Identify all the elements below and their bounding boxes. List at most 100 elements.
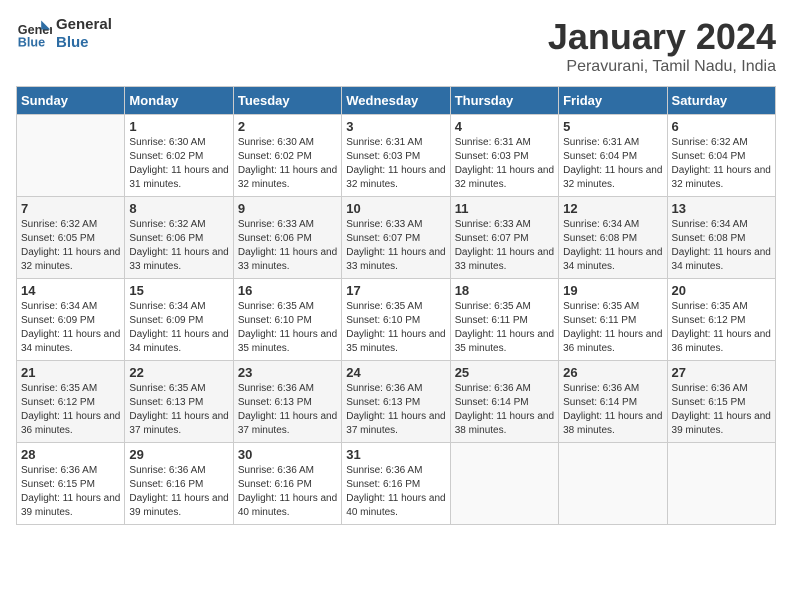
calendar-cell: 25 Sunrise: 6:36 AMSunset: 6:14 PMDaylig…	[450, 361, 558, 443]
day-number: 27	[672, 365, 771, 380]
day-number: 29	[129, 447, 228, 462]
calendar-cell: 23 Sunrise: 6:36 AMSunset: 6:13 PMDaylig…	[233, 361, 341, 443]
day-number: 9	[238, 201, 337, 216]
day-number: 16	[238, 283, 337, 298]
calendar-cell: 7 Sunrise: 6:32 AMSunset: 6:05 PMDayligh…	[17, 197, 125, 279]
header: General Blue General Blue January 2024 P…	[16, 16, 776, 76]
calendar-cell: 2 Sunrise: 6:30 AMSunset: 6:02 PMDayligh…	[233, 115, 341, 197]
calendar-cell: 16 Sunrise: 6:35 AMSunset: 6:10 PMDaylig…	[233, 279, 341, 361]
main-title: January 2024	[548, 16, 776, 58]
day-detail: Sunrise: 6:31 AMSunset: 6:03 PMDaylight:…	[346, 136, 445, 192]
day-detail: Sunrise: 6:36 AMSunset: 6:16 PMDaylight:…	[346, 464, 445, 520]
day-number: 1	[129, 119, 228, 134]
calendar-cell: 3 Sunrise: 6:31 AMSunset: 6:03 PMDayligh…	[342, 115, 450, 197]
calendar-cell: 15 Sunrise: 6:34 AMSunset: 6:09 PMDaylig…	[125, 279, 233, 361]
day-detail: Sunrise: 6:35 AMSunset: 6:10 PMDaylight:…	[238, 300, 337, 356]
day-detail: Sunrise: 6:34 AMSunset: 6:08 PMDaylight:…	[563, 218, 662, 274]
logo-icon: General Blue	[16, 16, 52, 52]
calendar-cell: 26 Sunrise: 6:36 AMSunset: 6:14 PMDaylig…	[559, 361, 667, 443]
svg-text:Blue: Blue	[18, 36, 45, 50]
calendar-cell	[17, 115, 125, 197]
day-detail: Sunrise: 6:36 AMSunset: 6:15 PMDaylight:…	[672, 382, 771, 438]
calendar-cell: 11 Sunrise: 6:33 AMSunset: 6:07 PMDaylig…	[450, 197, 558, 279]
day-number: 11	[455, 201, 554, 216]
calendar-cell: 18 Sunrise: 6:35 AMSunset: 6:11 PMDaylig…	[450, 279, 558, 361]
day-number: 5	[563, 119, 662, 134]
calendar-cell: 14 Sunrise: 6:34 AMSunset: 6:09 PMDaylig…	[17, 279, 125, 361]
header-day-thursday: Thursday	[450, 87, 558, 115]
day-detail: Sunrise: 6:33 AMSunset: 6:07 PMDaylight:…	[346, 218, 445, 274]
day-number: 8	[129, 201, 228, 216]
day-number: 19	[563, 283, 662, 298]
day-detail: Sunrise: 6:32 AMSunset: 6:04 PMDaylight:…	[672, 136, 771, 192]
header-row: SundayMondayTuesdayWednesdayThursdayFrid…	[17, 87, 776, 115]
day-number: 3	[346, 119, 445, 134]
header-day-friday: Friday	[559, 87, 667, 115]
calendar-cell: 8 Sunrise: 6:32 AMSunset: 6:06 PMDayligh…	[125, 197, 233, 279]
day-detail: Sunrise: 6:32 AMSunset: 6:06 PMDaylight:…	[129, 218, 228, 274]
calendar-cell: 28 Sunrise: 6:36 AMSunset: 6:15 PMDaylig…	[17, 443, 125, 525]
day-detail: Sunrise: 6:35 AMSunset: 6:12 PMDaylight:…	[672, 300, 771, 356]
day-number: 31	[346, 447, 445, 462]
day-number: 18	[455, 283, 554, 298]
calendar-cell: 4 Sunrise: 6:31 AMSunset: 6:03 PMDayligh…	[450, 115, 558, 197]
calendar-cell: 20 Sunrise: 6:35 AMSunset: 6:12 PMDaylig…	[667, 279, 775, 361]
day-detail: Sunrise: 6:35 AMSunset: 6:11 PMDaylight:…	[563, 300, 662, 356]
day-number: 17	[346, 283, 445, 298]
day-number: 30	[238, 447, 337, 462]
day-number: 26	[563, 365, 662, 380]
week-row-3: 14 Sunrise: 6:34 AMSunset: 6:09 PMDaylig…	[17, 279, 776, 361]
week-row-1: 1 Sunrise: 6:30 AMSunset: 6:02 PMDayligh…	[17, 115, 776, 197]
calendar-cell: 29 Sunrise: 6:36 AMSunset: 6:16 PMDaylig…	[125, 443, 233, 525]
day-detail: Sunrise: 6:34 AMSunset: 6:09 PMDaylight:…	[129, 300, 228, 356]
calendar-cell: 17 Sunrise: 6:35 AMSunset: 6:10 PMDaylig…	[342, 279, 450, 361]
calendar-cell: 13 Sunrise: 6:34 AMSunset: 6:08 PMDaylig…	[667, 197, 775, 279]
day-detail: Sunrise: 6:35 AMSunset: 6:11 PMDaylight:…	[455, 300, 554, 356]
day-detail: Sunrise: 6:33 AMSunset: 6:07 PMDaylight:…	[455, 218, 554, 274]
calendar-cell: 5 Sunrise: 6:31 AMSunset: 6:04 PMDayligh…	[559, 115, 667, 197]
day-number: 15	[129, 283, 228, 298]
calendar-cell: 10 Sunrise: 6:33 AMSunset: 6:07 PMDaylig…	[342, 197, 450, 279]
day-number: 23	[238, 365, 337, 380]
day-detail: Sunrise: 6:35 AMSunset: 6:10 PMDaylight:…	[346, 300, 445, 356]
day-number: 6	[672, 119, 771, 134]
day-detail: Sunrise: 6:35 AMSunset: 6:13 PMDaylight:…	[129, 382, 228, 438]
day-detail: Sunrise: 6:34 AMSunset: 6:08 PMDaylight:…	[672, 218, 771, 274]
day-number: 20	[672, 283, 771, 298]
calendar-cell: 30 Sunrise: 6:36 AMSunset: 6:16 PMDaylig…	[233, 443, 341, 525]
header-day-monday: Monday	[125, 87, 233, 115]
calendar-cell: 27 Sunrise: 6:36 AMSunset: 6:15 PMDaylig…	[667, 361, 775, 443]
day-detail: Sunrise: 6:35 AMSunset: 6:12 PMDaylight:…	[21, 382, 120, 438]
day-number: 4	[455, 119, 554, 134]
day-detail: Sunrise: 6:36 AMSunset: 6:16 PMDaylight:…	[238, 464, 337, 520]
calendar-cell: 9 Sunrise: 6:33 AMSunset: 6:06 PMDayligh…	[233, 197, 341, 279]
day-detail: Sunrise: 6:34 AMSunset: 6:09 PMDaylight:…	[21, 300, 120, 356]
day-detail: Sunrise: 6:31 AMSunset: 6:03 PMDaylight:…	[455, 136, 554, 192]
header-day-tuesday: Tuesday	[233, 87, 341, 115]
calendar-cell: 24 Sunrise: 6:36 AMSunset: 6:13 PMDaylig…	[342, 361, 450, 443]
day-detail: Sunrise: 6:32 AMSunset: 6:05 PMDaylight:…	[21, 218, 120, 274]
logo-text: General Blue	[56, 16, 112, 52]
calendar-cell: 31 Sunrise: 6:36 AMSunset: 6:16 PMDaylig…	[342, 443, 450, 525]
day-detail: Sunrise: 6:36 AMSunset: 6:13 PMDaylight:…	[238, 382, 337, 438]
day-number: 21	[21, 365, 120, 380]
day-detail: Sunrise: 6:36 AMSunset: 6:15 PMDaylight:…	[21, 464, 120, 520]
header-day-saturday: Saturday	[667, 87, 775, 115]
calendar-cell: 22 Sunrise: 6:35 AMSunset: 6:13 PMDaylig…	[125, 361, 233, 443]
day-detail: Sunrise: 6:36 AMSunset: 6:16 PMDaylight:…	[129, 464, 228, 520]
calendar-cell: 1 Sunrise: 6:30 AMSunset: 6:02 PMDayligh…	[125, 115, 233, 197]
day-detail: Sunrise: 6:30 AMSunset: 6:02 PMDaylight:…	[129, 136, 228, 192]
day-detail: Sunrise: 6:30 AMSunset: 6:02 PMDaylight:…	[238, 136, 337, 192]
day-detail: Sunrise: 6:36 AMSunset: 6:14 PMDaylight:…	[563, 382, 662, 438]
day-number: 22	[129, 365, 228, 380]
day-detail: Sunrise: 6:31 AMSunset: 6:04 PMDaylight:…	[563, 136, 662, 192]
day-number: 12	[563, 201, 662, 216]
day-number: 2	[238, 119, 337, 134]
calendar-cell	[559, 443, 667, 525]
day-number: 25	[455, 365, 554, 380]
calendar-cell: 6 Sunrise: 6:32 AMSunset: 6:04 PMDayligh…	[667, 115, 775, 197]
logo: General Blue General Blue	[16, 16, 112, 52]
day-number: 14	[21, 283, 120, 298]
day-number: 13	[672, 201, 771, 216]
day-detail: Sunrise: 6:33 AMSunset: 6:06 PMDaylight:…	[238, 218, 337, 274]
